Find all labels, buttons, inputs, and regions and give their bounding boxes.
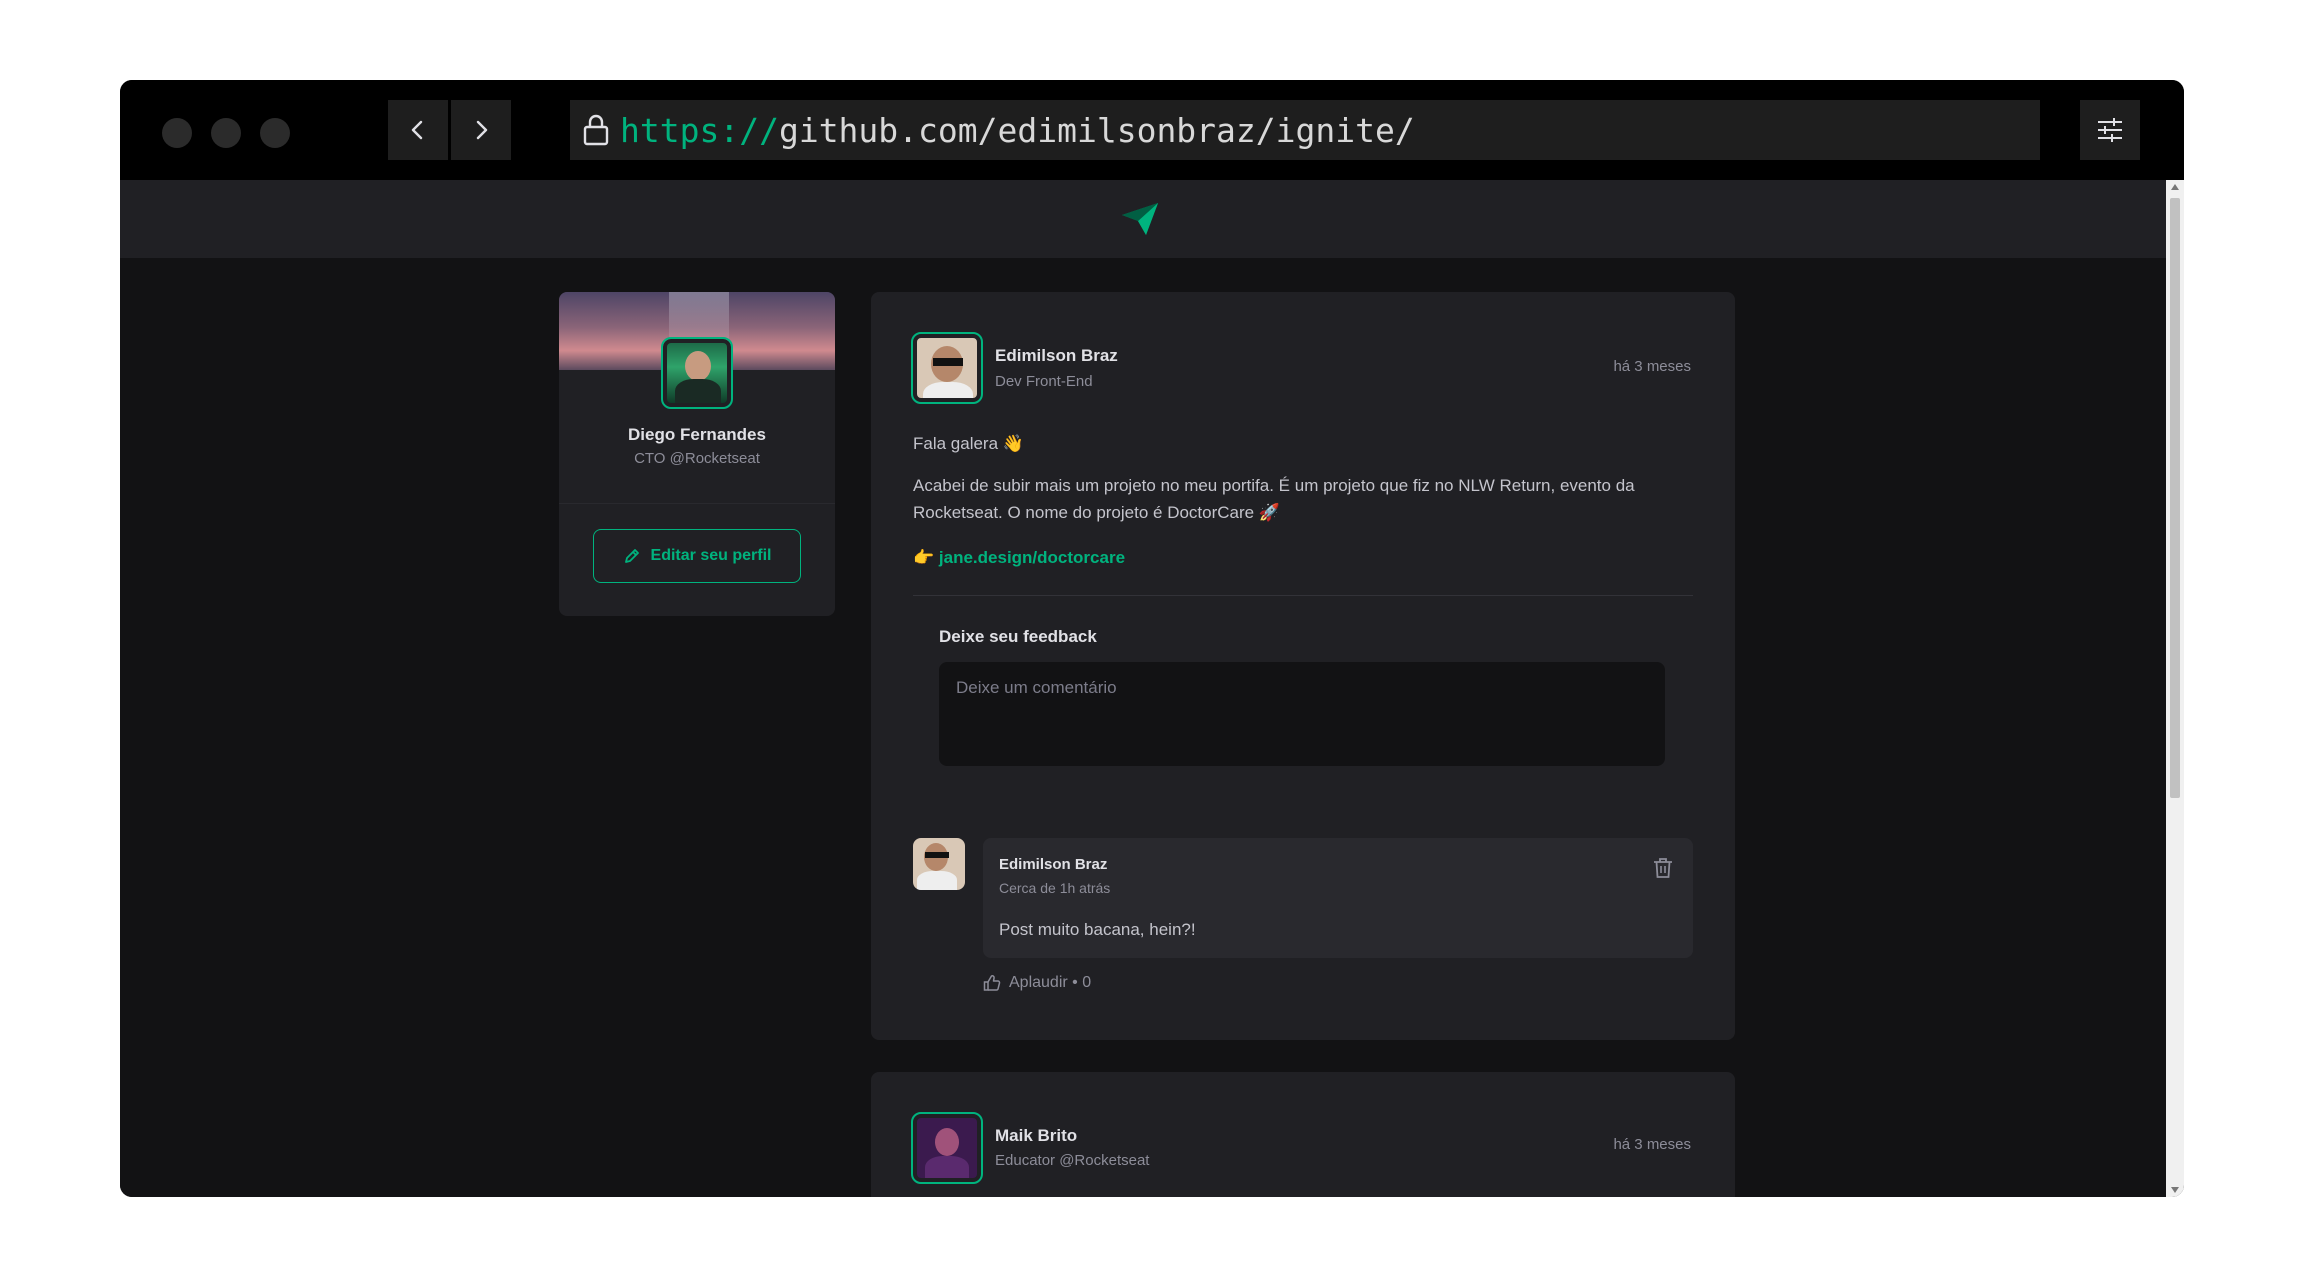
comment-author-avatar[interactable]	[913, 838, 965, 890]
avatar-sunglasses	[933, 358, 963, 366]
profile-sidebar: Diego Fernandes CTO @Rocketseat Editar s…	[559, 292, 835, 616]
point-right-emoji: 👉	[913, 548, 935, 567]
scroll-up-arrow[interactable]	[2171, 184, 2179, 190]
back-button[interactable]	[388, 100, 448, 160]
edit-profile-label: Editar seu perfil	[650, 547, 772, 564]
profile-name: Diego Fernandes	[628, 425, 766, 444]
avatar-shoulders	[923, 382, 973, 398]
url-text: https://github.com/edimilsonbraz/ignite/	[620, 111, 1415, 150]
vertical-scrollbar[interactable]	[2166, 180, 2184, 1197]
post-author-avatar[interactable]	[911, 332, 983, 404]
settings-button[interactable]	[2080, 100, 2140, 160]
post-time: há 3 meses	[1613, 358, 1691, 375]
paper-plane-icon	[1122, 203, 1158, 235]
delete-comment-button[interactable]	[1651, 856, 1675, 880]
profile-role: CTO @Rocketseat	[634, 450, 760, 467]
comment-textarea[interactable]	[939, 662, 1665, 766]
lock-icon	[583, 114, 609, 146]
app-header	[120, 180, 2166, 258]
window-close-dot[interactable]	[162, 118, 192, 148]
post-author-name: Maik Brito	[995, 1126, 1078, 1145]
trash-icon	[1654, 858, 1672, 878]
comment-text: Post muito bacana, hein?!	[999, 920, 1196, 939]
post-card: Edimilson Braz Dev Front-End há 3 meses …	[871, 292, 1735, 1040]
applaud-label: Aplaudir • 0	[1009, 974, 1092, 991]
post-greeting: Fala galera 👋	[913, 434, 1024, 453]
window-minimize-dot[interactable]	[211, 118, 241, 148]
scrollbar-thumb[interactable]	[2170, 198, 2180, 798]
profile-avatar[interactable]	[661, 337, 733, 409]
post-author-avatar[interactable]	[911, 1112, 983, 1184]
forward-arrow-icon	[476, 120, 488, 140]
edit-profile-button[interactable]: Editar seu perfil	[593, 529, 801, 583]
browser-toolbar: https://github.com/edimilsonbraz/ignite/	[120, 80, 2184, 180]
thumbs-up-icon	[983, 975, 1001, 991]
back-arrow-icon	[411, 120, 423, 140]
page-viewport: Diego Fernandes CTO @Rocketseat Editar s…	[120, 180, 2166, 1197]
divider	[559, 503, 835, 504]
comment-author-name: Edimilson Braz	[999, 856, 1108, 873]
pencil-icon	[624, 549, 639, 563]
forward-button[interactable]	[451, 100, 511, 160]
window-maximize-dot[interactable]	[260, 118, 290, 148]
avatar-shoulders	[917, 871, 957, 890]
post-body: Acabei de subir mais um projeto no meu p…	[913, 476, 1635, 522]
avatar-shoulders	[925, 1156, 969, 1178]
post-card: Maik Brito Educator @Rocketseat há 3 mes…	[871, 1072, 1735, 1197]
post-author-role: Educator @Rocketseat	[995, 1152, 1150, 1169]
sliders-icon	[2098, 118, 2122, 142]
avatar-face	[685, 351, 711, 381]
comment-time: Cerca de 1h atrás	[999, 880, 1111, 896]
avatar-face	[935, 1128, 959, 1156]
url-protocol: https://	[620, 110, 779, 150]
post-time: há 3 meses	[1613, 1136, 1691, 1153]
browser-window: https://github.com/edimilsonbraz/ignite/	[120, 80, 2184, 1197]
post-author-name: Edimilson Braz	[995, 346, 1118, 365]
applaud-button[interactable]: Aplaudir • 0	[983, 974, 1091, 992]
comment-card: Edimilson Braz Cerca de 1h atrás Post mu…	[983, 838, 1693, 958]
address-bar[interactable]: https://github.com/edimilsonbraz/ignite/	[570, 100, 2040, 160]
scroll-down-arrow[interactable]	[2171, 1187, 2179, 1193]
avatar-sunglasses	[925, 852, 949, 858]
post-link-text[interactable]: jane.design/doctorcare	[939, 548, 1125, 567]
post-author-role: Dev Front-End	[995, 373, 1093, 390]
feedback-title: Deixe seu feedback	[939, 627, 1097, 646]
divider	[913, 595, 1693, 596]
avatar-shoulders	[675, 379, 721, 403]
url-path: github.com/edimilsonbraz/ignite/	[778, 110, 1415, 150]
post-link[interactable]: 👉 jane.design/doctorcare	[913, 548, 1125, 568]
